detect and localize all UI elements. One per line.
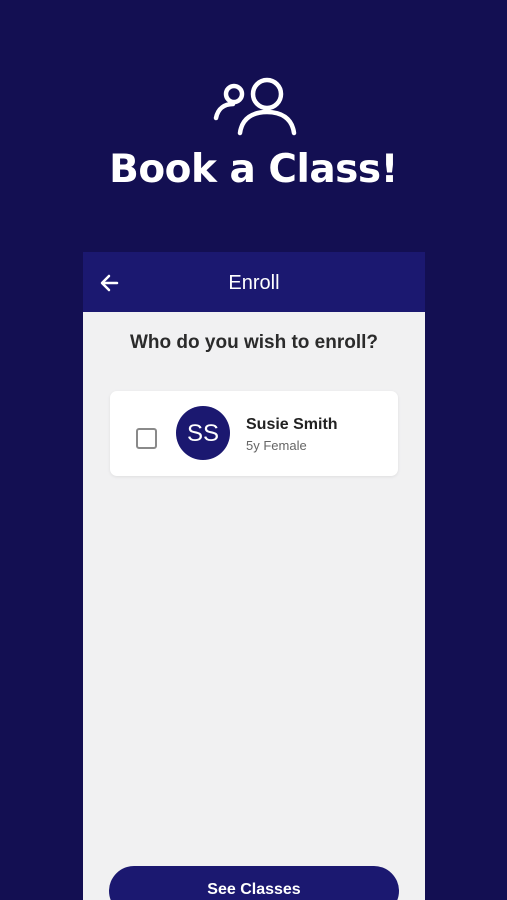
app-bar-title: Enroll (228, 272, 280, 294)
back-arrow-icon[interactable] (97, 270, 123, 296)
person-meta: 5y Female (246, 438, 307, 453)
enroll-screen: Enroll Who do you wish to enroll? SS Sus… (83, 252, 425, 900)
person-name: Susie Smith (246, 416, 338, 433)
avatar: SS (176, 406, 230, 460)
see-classes-button[interactable]: See Classes (109, 866, 399, 900)
hero-title: Book a Class! (109, 147, 398, 192)
enroll-question: Who do you wish to enroll? (129, 332, 379, 353)
person-checkbox[interactable] (136, 428, 157, 449)
people-icon (213, 77, 297, 136)
app-bar: Enroll (83, 252, 425, 312)
person-card[interactable]: SS Susie Smith 5y Female (110, 391, 398, 476)
